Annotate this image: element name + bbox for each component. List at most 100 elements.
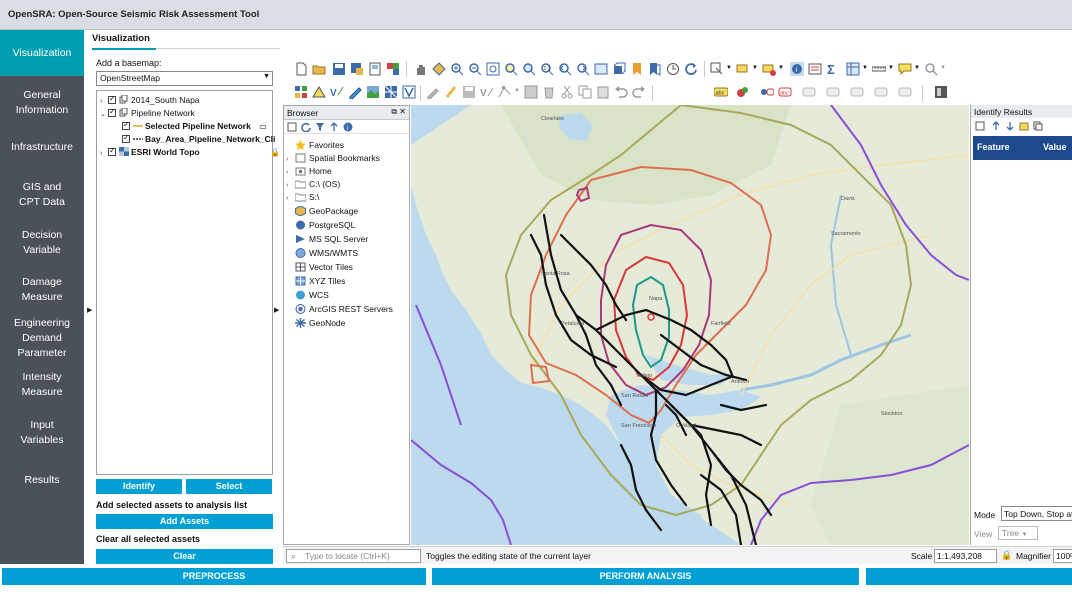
browser-item-geonode[interactable]: GeoNode: [286, 318, 345, 328]
identify-button[interactable]: Identify: [96, 479, 182, 494]
redo-icon[interactable]: [632, 85, 646, 99]
browser-item-home[interactable]: › Home: [286, 166, 332, 176]
python-console-icon[interactable]: [934, 85, 948, 99]
chevron-down-icon[interactable]: ▼: [514, 88, 520, 94]
zoom-last-icon[interactable]: [558, 62, 572, 76]
refresh-icon[interactable]: [684, 62, 698, 76]
nav-gis-cpt-data[interactable]: GIS and CPT Data: [0, 180, 84, 214]
pan-to-selection-icon[interactable]: [432, 62, 446, 76]
copy-feature-icon[interactable]: [1033, 121, 1043, 131]
statistics-sigma-icon[interactable]: Σ: [826, 62, 840, 76]
search-icon[interactable]: [924, 62, 938, 76]
layer-checkbox[interactable]: [122, 120, 130, 130]
save-as-icon[interactable]: [350, 62, 364, 76]
chevron-down-icon[interactable]: ▼: [752, 65, 758, 71]
browser-item-favorites[interactable]: Favorites: [286, 140, 344, 150]
zoom-to-layer-icon[interactable]: [522, 62, 536, 76]
select-button[interactable]: Select: [186, 479, 272, 494]
add-delimited-text-icon[interactable]: V: [330, 85, 344, 99]
save-icon[interactable]: [332, 62, 346, 76]
clear-results-icon[interactable]: [1019, 121, 1029, 131]
browser-item-spatial-bookmarks[interactable]: › Spatial Bookmarks: [286, 153, 380, 163]
vertex-tool-icon[interactable]: [498, 85, 512, 99]
chevron-down-icon[interactable]: ▼: [726, 65, 732, 71]
temporal-clock-icon[interactable]: [666, 62, 680, 76]
mode-select[interactable]: Top Down, Stop at First: [1001, 506, 1072, 521]
show-bookmarks-icon[interactable]: [648, 62, 662, 76]
cut-features-icon[interactable]: [560, 85, 574, 99]
expand-all-icon[interactable]: [975, 121, 985, 131]
move-label-icon[interactable]: [826, 85, 840, 99]
zoom-next-icon[interactable]: [576, 62, 590, 76]
add-vector-layer-icon[interactable]: [312, 85, 326, 99]
zoom-native-icon[interactable]: 1:1: [540, 62, 554, 76]
new-3d-map-icon[interactable]: [612, 62, 626, 76]
add-raster-icon[interactable]: [366, 85, 380, 99]
change-label-icon[interactable]: [874, 85, 888, 99]
magnifier-input[interactable]: 100%: [1053, 549, 1072, 563]
pin-labels-icon[interactable]: abc: [778, 85, 792, 99]
chevron-down-icon[interactable]: ▼: [778, 65, 784, 71]
collapse-all-icon[interactable]: [991, 121, 1001, 131]
filter-icon[interactable]: [315, 122, 325, 132]
refresh-icon[interactable]: [301, 122, 311, 132]
zoom-in-icon[interactable]: [450, 62, 464, 76]
edit-pencil-icon[interactable]: [426, 85, 440, 99]
layer-row[interactable]: Selected Pipeline Network ▭: [122, 120, 267, 131]
measure-line-icon[interactable]: [872, 62, 886, 76]
save-edits-icon[interactable]: [462, 85, 476, 99]
browser-item-s-drive[interactable]: › S:\: [286, 192, 319, 202]
chevron-down-icon[interactable]: ▼: [862, 65, 868, 71]
layer-row[interactable]: Bay_Area_Pipeline_Network_Cli: [122, 133, 275, 144]
style-manager-icon[interactable]: [386, 62, 400, 76]
add-wms-layer-icon[interactable]: [402, 85, 416, 99]
expand-arrow-icon[interactable]: ›: [100, 150, 108, 157]
chevron-down-icon[interactable]: ▼: [914, 65, 920, 71]
identify-features-icon[interactable]: i: [790, 62, 804, 76]
layer-checkbox[interactable]: [108, 107, 116, 117]
collapse-arrow-icon[interactable]: ⌄: [100, 110, 108, 118]
nav-intensity-measure[interactable]: Intensity Measure: [0, 370, 84, 404]
nav-decision-variable[interactable]: Decision Variable: [0, 228, 84, 262]
copy-features-icon[interactable]: [578, 85, 592, 99]
print-layout-icon[interactable]: [368, 62, 382, 76]
layer-diagram-icon[interactable]: [736, 85, 750, 99]
layer-row[interactable]: › 2014_South Napa: [100, 94, 200, 105]
preprocess-button[interactable]: PREPROCESS: [2, 568, 426, 585]
deselect-features-icon[interactable]: [762, 62, 776, 76]
highlight-pinned-labels-icon[interactable]: [760, 85, 774, 99]
browser-item-wcs[interactable]: WCS: [286, 290, 329, 300]
add-line-feature-icon[interactable]: V: [480, 85, 494, 99]
zoom-out-icon[interactable]: [468, 62, 482, 76]
nav-results[interactable]: Results: [0, 473, 84, 491]
new-map-view-icon[interactable]: [594, 62, 608, 76]
add-selected-layers-icon[interactable]: [287, 122, 297, 132]
open-attribute-table-icon[interactable]: [710, 62, 724, 76]
toggle-editing-icon[interactable]: [444, 85, 458, 99]
expand-new-icon[interactable]: [1005, 121, 1015, 131]
basemap-select[interactable]: OpenStreetMap ▼: [96, 71, 273, 86]
new-project-icon[interactable]: [294, 62, 308, 76]
browser-item-mssql[interactable]: MS SQL Server: [286, 234, 368, 244]
browser-item-geopackage[interactable]: GeoPackage: [286, 206, 358, 216]
measure-table-icon[interactable]: [846, 62, 860, 76]
layer-labeling-icon[interactable]: abc: [714, 85, 728, 99]
label-toolbar-icon[interactable]: [898, 85, 912, 99]
panel-controls[interactable]: ⧉ ✕: [391, 107, 406, 117]
lock-scale-icon[interactable]: 🔒: [1001, 550, 1012, 561]
pan-hand-icon[interactable]: [414, 62, 428, 76]
field-calculator-icon[interactable]: [808, 62, 822, 76]
show-hide-labels-icon[interactable]: [802, 85, 816, 99]
add-mesh-icon[interactable]: [384, 85, 398, 99]
chevron-down-icon[interactable]: ▼: [888, 65, 894, 71]
browser-item-arcgis-rest[interactable]: ArcGIS REST Servers: [286, 304, 393, 314]
locator-search-input[interactable]: ⌕ Type to locate (Ctrl+K): [286, 549, 421, 563]
chevron-down-icon[interactable]: ▼: [940, 65, 946, 71]
zoom-full-icon[interactable]: [486, 62, 500, 76]
browser-item-c-drive[interactable]: › C:\ (OS): [286, 179, 340, 189]
layer-checkbox[interactable]: [108, 146, 116, 156]
browser-item-wms[interactable]: WMS/WMTS: [286, 248, 358, 258]
nav-damage-measure[interactable]: Damage Measure: [0, 275, 84, 309]
add-assets-button[interactable]: Add Assets: [96, 514, 273, 529]
browser-item-vector-tiles[interactable]: Vector Tiles: [286, 262, 353, 272]
